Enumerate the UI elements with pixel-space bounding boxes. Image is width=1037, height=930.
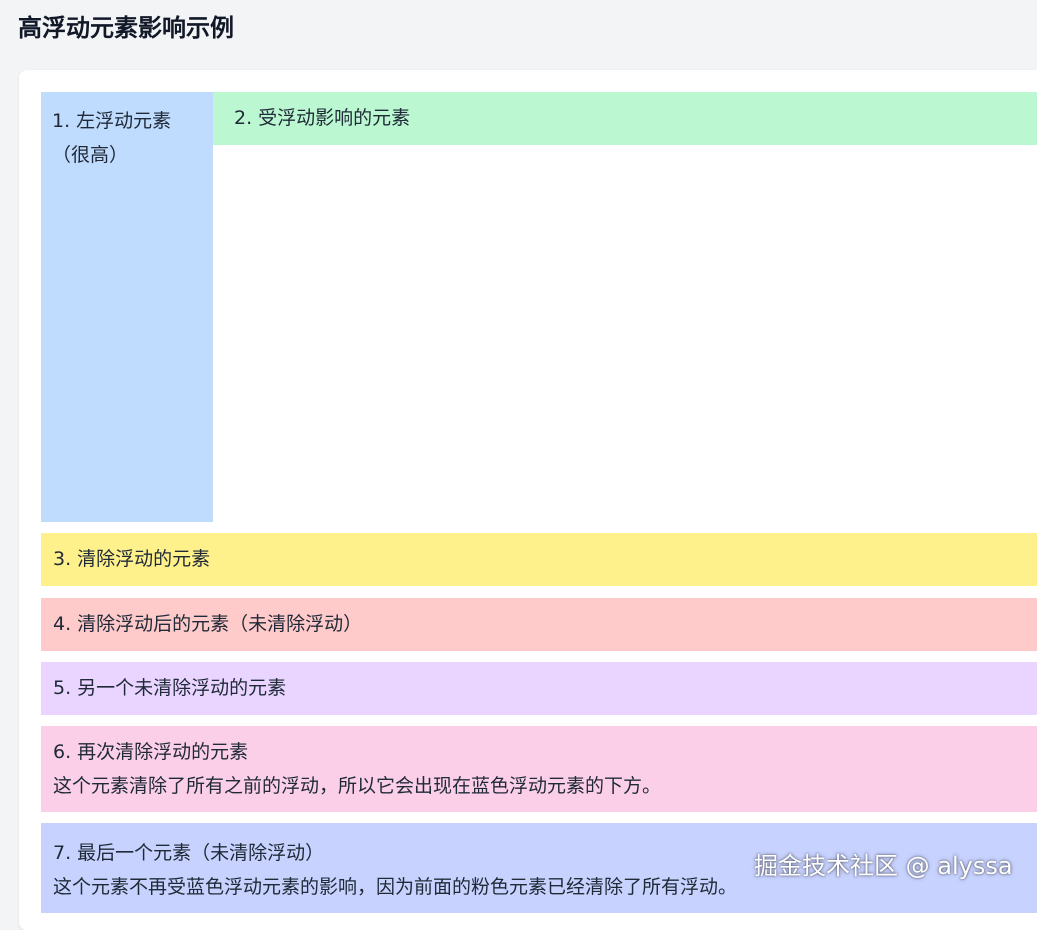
clear-label: 3. 清除浮动的元素 <box>53 548 211 570</box>
demo-container: 1. 左浮动元素 （很高） 2. 受浮动影响的元素 3. 清除浮动的元素 4. … <box>19 70 1037 930</box>
another-box: 5. 另一个未清除浮动的元素 <box>41 662 1037 715</box>
affected-box: 2. 受浮动影响的元素 <box>213 92 1037 145</box>
float-left-sublabel: （很高） <box>52 144 129 166</box>
clear-again-description: 这个元素清除了所有之前的浮动，所以它会出现在蓝色浮动元素的下方。 <box>53 775 662 797</box>
clear-again-box: 6. 再次清除浮动的元素 这个元素清除了所有之前的浮动，所以它会出现在蓝色浮动元… <box>41 726 1037 812</box>
float-left-box: 1. 左浮动元素 （很高） <box>41 92 213 522</box>
after-clear-label: 4. 清除浮动后的元素（未清除浮动） <box>53 613 363 635</box>
another-label: 5. 另一个未清除浮动的元素 <box>53 677 287 699</box>
after-clear-box: 4. 清除浮动后的元素（未清除浮动） <box>41 598 1037 651</box>
clear-box: 3. 清除浮动的元素 <box>41 533 1037 586</box>
clear-again-title: 6. 再次清除浮动的元素 <box>53 741 249 763</box>
float-left-label: 1. 左浮动元素 <box>52 110 172 132</box>
affected-label: 2. 受浮动影响的元素 <box>234 107 411 129</box>
watermark: 掘金技术社区 @ alyssa <box>754 852 1013 880</box>
page-title: 高浮动元素影响示例 <box>18 14 234 42</box>
